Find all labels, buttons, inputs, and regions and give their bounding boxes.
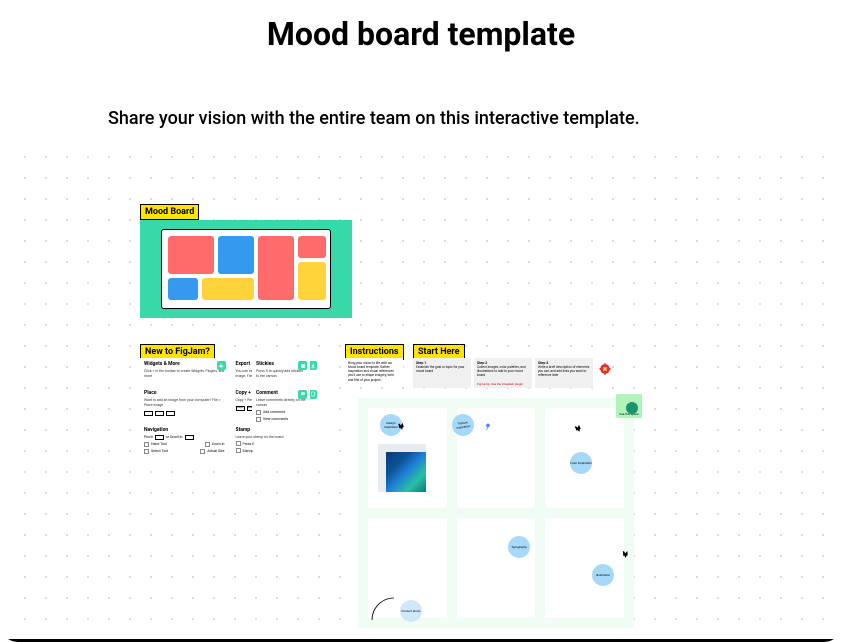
plus-icon	[217, 361, 226, 370]
file-box	[166, 411, 175, 416]
help-title: Navigation	[144, 427, 225, 434]
help-card-comment[interactable]: Comment Leave comments directly on the c…	[252, 387, 310, 427]
hero-tile	[258, 236, 294, 300]
flower-icon	[598, 361, 612, 375]
note-sticky[interactable]: Use this space	[616, 394, 642, 418]
bubble-product[interactable]: Product photo	[400, 600, 422, 622]
help-card-place[interactable]: Place Want to add an image from your com…	[140, 387, 229, 421]
page-title: Mood board template	[0, 15, 842, 53]
help-title: Place	[144, 390, 225, 397]
pushpin-icon	[484, 416, 492, 424]
bubble-typography[interactable]: Typography	[508, 536, 530, 558]
template-card: Mood board template Share your vision wi…	[0, 0, 842, 642]
nav-box	[155, 435, 164, 440]
moodboard-grid-frame[interactable]	[358, 398, 634, 628]
help-title: Widgets & More	[144, 361, 225, 368]
step-body: Write a brief description of elements yo…	[538, 365, 590, 377]
hero-tile	[202, 278, 254, 300]
help-body: Click + in the toolbar to create Widgets…	[144, 369, 225, 379]
pushpin-icon	[398, 416, 406, 424]
step-card-1[interactable]: Step 1 Establish the goal or topic for y…	[413, 358, 471, 388]
page-subtitle: Share your vision with the entire team o…	[108, 108, 640, 129]
hero-tile	[168, 278, 198, 300]
step-body: Establish the goal or topic for your moo…	[416, 365, 468, 373]
help-body: Leave your stamp on the board	[236, 435, 317, 440]
step-tip: Figma tip: Use the Unsplash plugin	[477, 382, 523, 386]
hero-tile	[298, 262, 326, 300]
hero-tile	[218, 236, 254, 274]
instructions-body: Bring your vision to life with our Mood …	[345, 358, 403, 385]
copy-box: Copy	[236, 406, 245, 411]
arc-connector	[370, 596, 396, 622]
moodboard-frame	[161, 229, 331, 309]
stickies-column: Stickies Press S to quickly add stickies…	[252, 358, 310, 427]
help-card-stickies[interactable]: Stickies Press S to quickly add stickies…	[252, 358, 310, 384]
help-card-stamp[interactable]: Stamp Leave your stamp on the board Pres…	[232, 424, 321, 459]
help-card-widgets[interactable]: Widgets & More Click + in the toolbar to…	[140, 358, 229, 384]
pushpin-icon	[622, 544, 630, 552]
nav-box	[185, 435, 194, 440]
moodboard-label: Mood Board	[140, 204, 199, 220]
avatar-icon	[626, 402, 638, 414]
hero-tile	[298, 236, 326, 258]
help-body: Press S to quickly add stickies to the c…	[256, 369, 306, 379]
step-body: Collect images, color palettes, and illu…	[477, 365, 529, 377]
moodboard-hero[interactable]	[140, 220, 352, 318]
help-body: Leave comments directly on the canvas	[256, 398, 306, 408]
file-box	[155, 411, 164, 416]
bubble-color[interactable]: Color inspiration	[570, 452, 592, 474]
moodboard-image[interactable]	[378, 444, 426, 492]
help-card-navigation[interactable]: Navigation Pinch or Scroll to Hand ToolZ…	[140, 424, 229, 459]
step-row: Step 1 Establish the goal or topic for y…	[413, 358, 593, 388]
bubble-illustration[interactable]: Illustration	[592, 564, 614, 586]
comment-icon	[298, 390, 307, 399]
help-title: Stamp	[236, 427, 317, 434]
help-body: Want to add an image from your computer?…	[144, 398, 225, 408]
board-cell[interactable]	[457, 518, 536, 618]
sticky-icon	[298, 361, 307, 370]
step-card-3[interactable]: Step 3 Write a brief description of elem…	[535, 358, 593, 388]
hero-tile	[168, 236, 214, 274]
file-box	[144, 411, 153, 416]
pushpin-icon	[575, 418, 583, 426]
step-card-2[interactable]: Step 2 Collect images, color palettes, a…	[474, 358, 532, 388]
